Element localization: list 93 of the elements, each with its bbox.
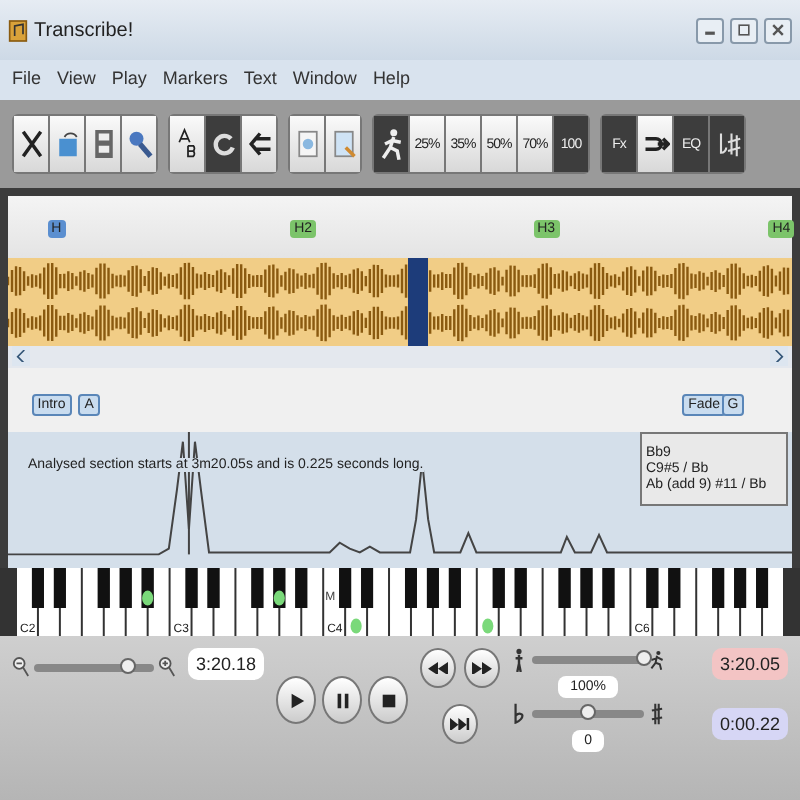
- stop-button[interactable]: [368, 676, 409, 724]
- piano-key[interactable]: [390, 568, 410, 636]
- piano-key[interactable]: [236, 568, 257, 636]
- maximize-button[interactable]: [730, 17, 758, 43]
- piano-key[interactable]: [339, 568, 352, 608]
- pause-icon: [333, 691, 352, 709]
- toolbar-icon-button[interactable]: [206, 116, 240, 172]
- skip-to-end-icon: [450, 717, 471, 731]
- piano-key[interactable]: [543, 568, 564, 636]
- piano-key[interactable]: [587, 568, 608, 636]
- piano-key[interactable]: [455, 568, 476, 636]
- close-icon: [770, 22, 786, 38]
- toolbar-icon-button[interactable]: [170, 116, 204, 172]
- toolbar-icon-button[interactable]: [122, 116, 156, 172]
- menu-item[interactable]: View: [57, 67, 96, 87]
- piano-key[interactable]: [214, 568, 235, 636]
- piano-key[interactable]: [280, 568, 301, 636]
- chevron-left-icon: [16, 349, 26, 363]
- zoom-slider[interactable]: [34, 663, 154, 671]
- position-time-display: 3:20.18: [188, 648, 265, 680]
- piano-key[interactable]: [668, 568, 681, 608]
- piano-key[interactable]: [712, 568, 725, 608]
- menu-item[interactable]: Markers: [162, 67, 228, 87]
- menu-item[interactable]: Play: [111, 67, 147, 87]
- walking-figure-icon: [512, 648, 527, 672]
- piano-key[interactable]: [192, 568, 213, 636]
- chevron-right-icon: [774, 349, 784, 363]
- piano-key[interactable]: [295, 568, 308, 608]
- piano-key[interactable]: [273, 568, 286, 608]
- piano-key[interactable]: [719, 568, 740, 636]
- toolbar-icon-button[interactable]: [710, 116, 744, 172]
- toolbar-icon-button[interactable]: [374, 116, 408, 172]
- rewind-icon: [428, 661, 449, 675]
- maximize-icon: [736, 22, 752, 38]
- piano-key[interactable]: [521, 568, 542, 636]
- toolbar-icon-button[interactable]: [14, 116, 48, 172]
- skip-to-end-button[interactable]: [442, 704, 479, 744]
- piano-key[interactable]: [258, 568, 279, 636]
- zoom-in-icon[interactable]: [158, 656, 176, 678]
- cabinet-icon: [89, 124, 117, 164]
- piano-key[interactable]: [17, 568, 37, 636]
- piano-key[interactable]: [631, 568, 652, 636]
- piano-key[interactable]: [148, 568, 169, 636]
- scroll-left-button[interactable]: [12, 346, 30, 366]
- menu-item[interactable]: Help: [372, 67, 410, 87]
- piano-key[interactable]: [477, 568, 498, 636]
- menu-item[interactable]: Text: [243, 67, 277, 87]
- flat-sign-icon: [512, 702, 527, 726]
- sharp-sign-icon: [650, 702, 665, 726]
- piano-key[interactable]: [763, 568, 783, 636]
- close-button[interactable]: [764, 17, 792, 43]
- piano-key[interactable]: [756, 568, 769, 608]
- piano-key[interactable]: [302, 568, 323, 636]
- piano-key[interactable]: [433, 568, 454, 636]
- piano-key[interactable]: [38, 568, 59, 636]
- play-icon: [287, 691, 306, 709]
- piano-key[interactable]: [697, 568, 718, 636]
- piano-key[interactable]: [734, 568, 747, 608]
- piano-key[interactable]: [741, 568, 762, 636]
- window-title: Transcribe!: [34, 19, 134, 41]
- piano-key[interactable]: [82, 568, 103, 636]
- stop-icon: [379, 691, 398, 709]
- app-icon: [8, 17, 28, 43]
- length-time-display: 0:00.22: [711, 708, 788, 740]
- minimize-button[interactable]: [696, 17, 724, 43]
- piano-key[interactable]: [60, 568, 81, 636]
- piano-key[interactable]: [609, 568, 630, 636]
- pitch-slider[interactable]: [532, 710, 645, 718]
- toolbar-icon-button[interactable]: [242, 116, 276, 172]
- running-figure-icon: [650, 648, 665, 672]
- fast-forward-icon: [472, 661, 493, 675]
- piano-key[interactable]: [126, 568, 147, 636]
- pause-button[interactable]: [322, 676, 363, 724]
- piano-key[interactable]: [675, 568, 696, 636]
- piano-key[interactable]: [565, 568, 586, 636]
- scroll-right-button[interactable]: [770, 346, 788, 366]
- fast-forward-button[interactable]: [464, 648, 501, 688]
- piano-key[interactable]: [499, 568, 520, 636]
- selection-highlight: [407, 258, 428, 346]
- running-figure-icon: [377, 124, 405, 164]
- piano-key[interactable]: [170, 568, 191, 636]
- piano-key[interactable]: [104, 568, 125, 636]
- menu-item[interactable]: File: [12, 67, 42, 87]
- piano-key[interactable]: [361, 568, 374, 608]
- start-time-display: 3:20.05: [711, 648, 788, 680]
- piano-key[interactable]: [368, 568, 389, 636]
- rewind-button[interactable]: [420, 648, 457, 688]
- toolbar-icon-button[interactable]: [638, 116, 672, 172]
- menu-item[interactable]: Window: [292, 67, 357, 87]
- play-button[interactable]: [276, 676, 317, 724]
- piano-key[interactable]: [653, 568, 674, 636]
- zoom-out-icon[interactable]: [12, 656, 30, 678]
- piano-key[interactable]: [411, 568, 432, 636]
